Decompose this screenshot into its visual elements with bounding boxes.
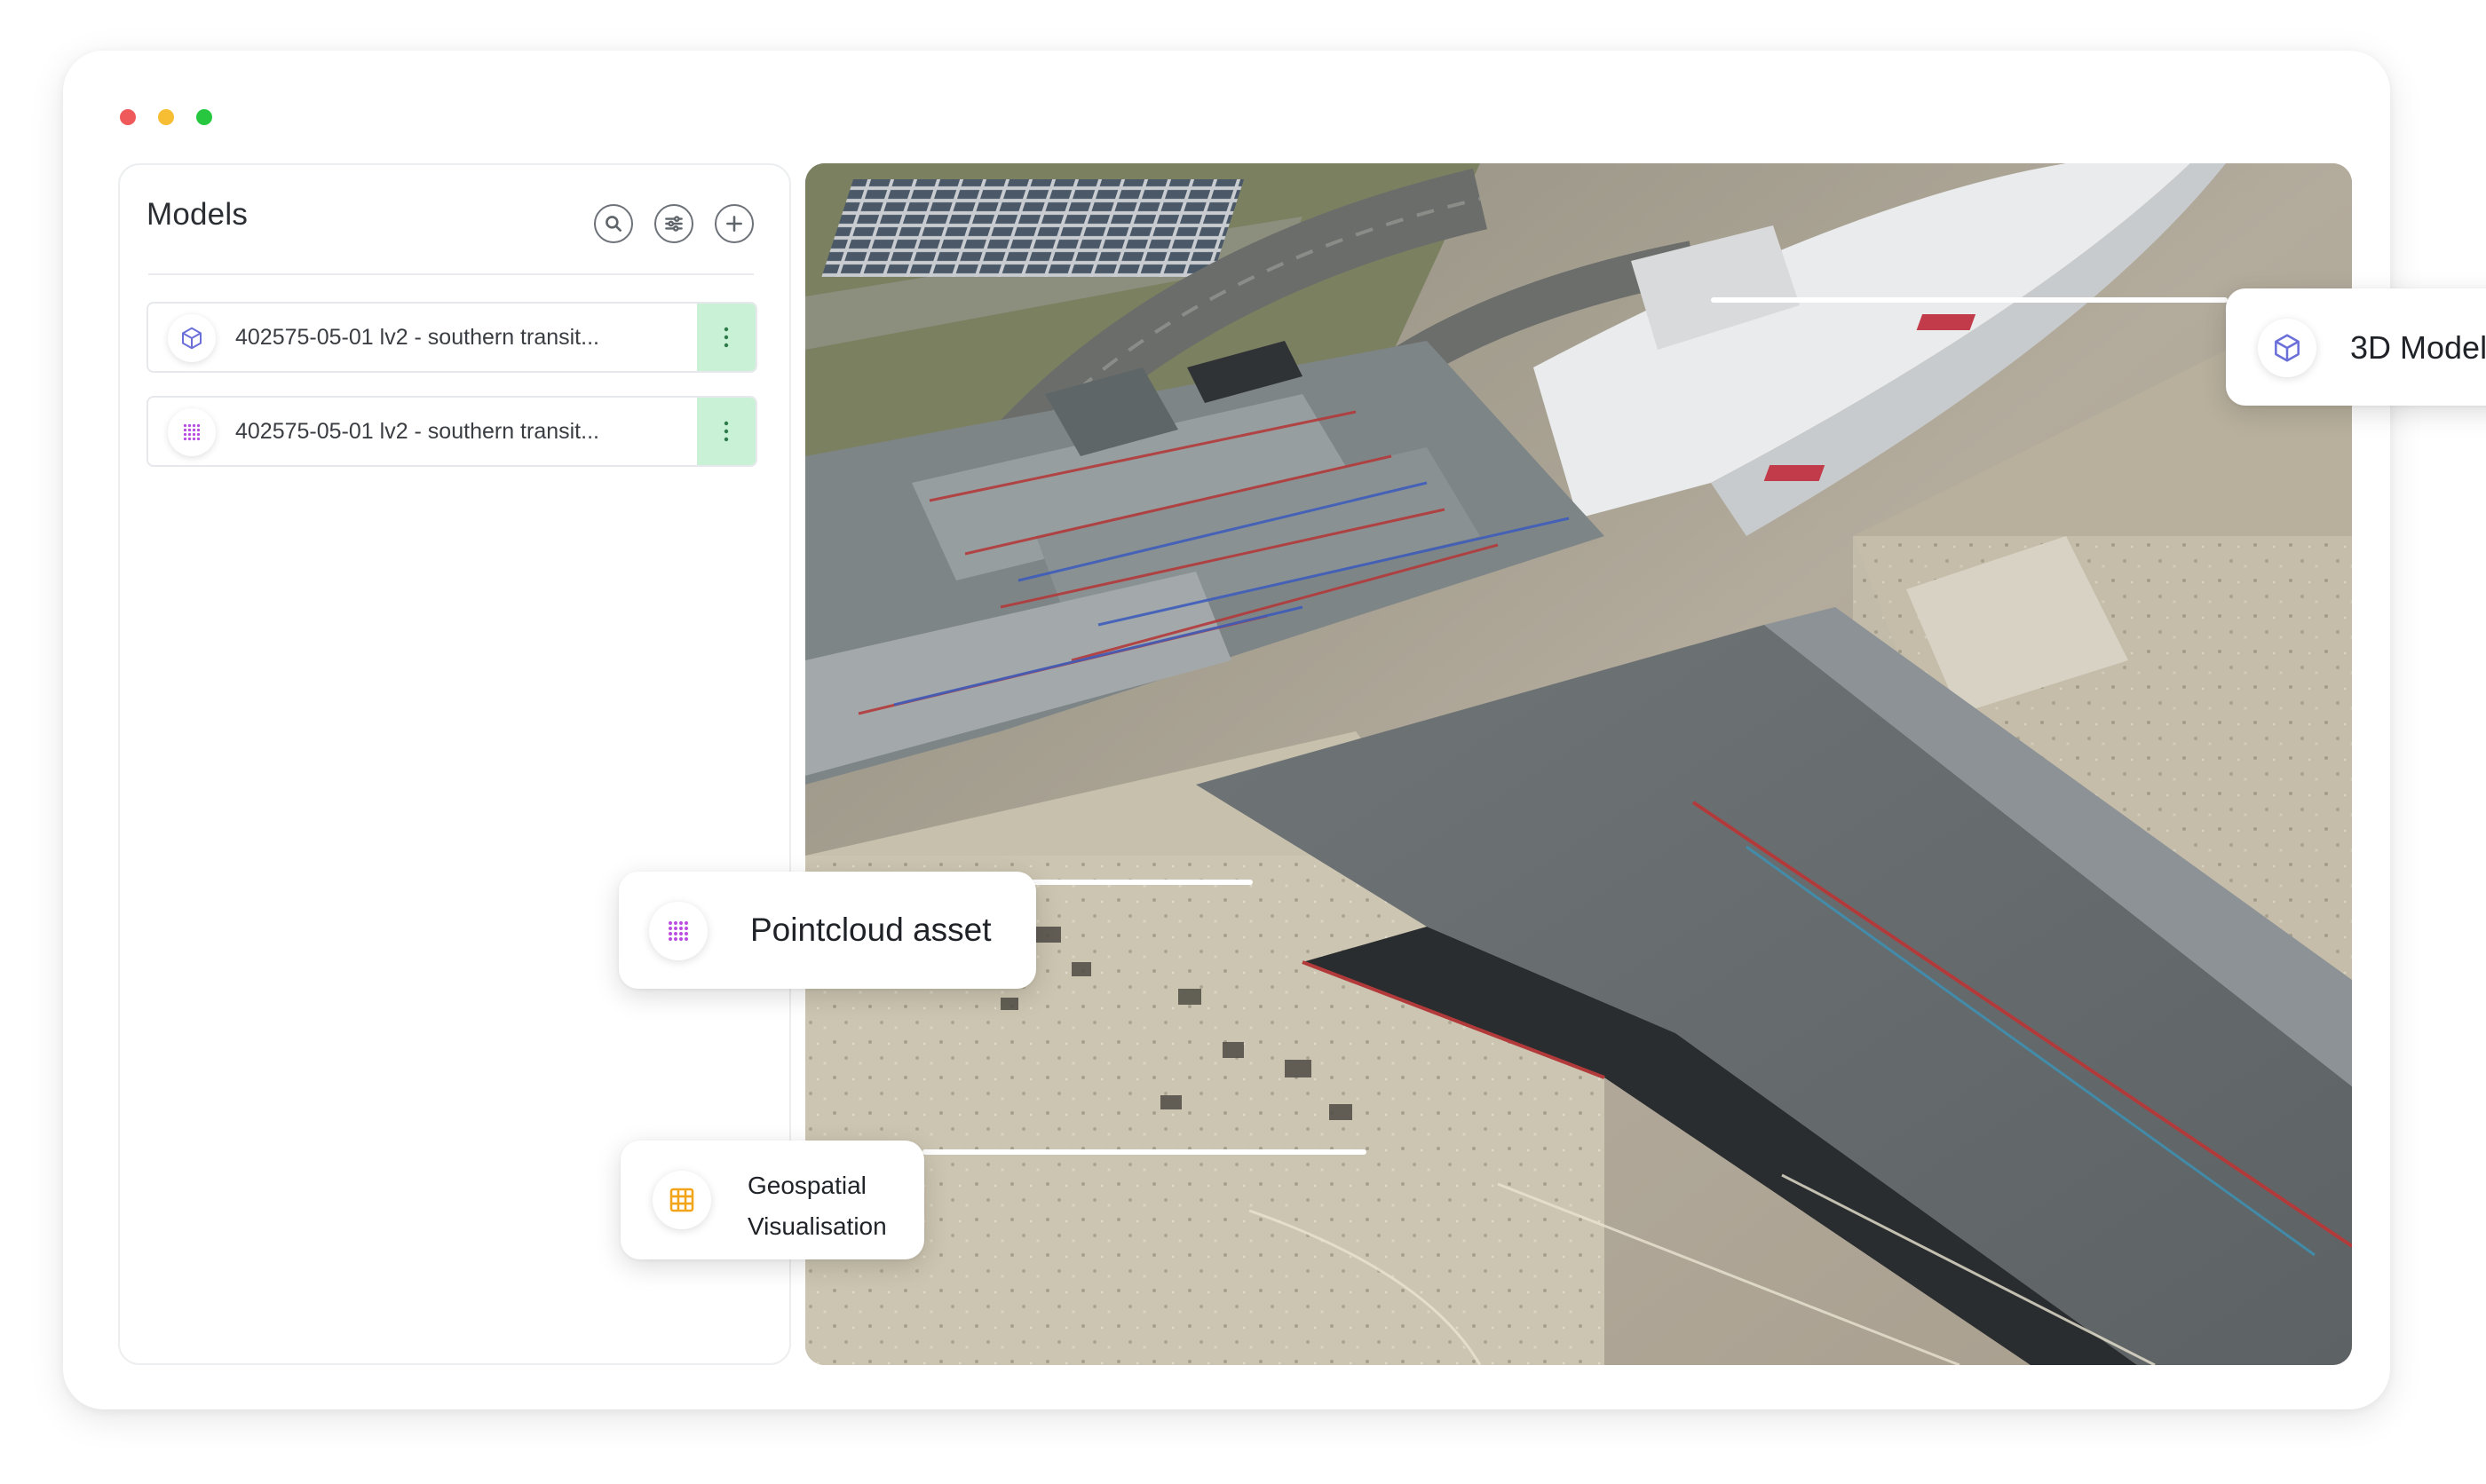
panel-toolbar (594, 204, 754, 243)
panel-title: Models (146, 197, 249, 232)
sliders-icon (665, 216, 683, 232)
callout-icon-badge (649, 902, 708, 960)
cube-icon (182, 327, 202, 350)
panel-divider (148, 273, 754, 275)
model-list: 402575-05-01 lv2 - southern transit... 4… (146, 302, 757, 490)
model-list-item[interactable]: 402575-05-01 lv2 - southern transit... (146, 302, 757, 373)
filter-button[interactable] (654, 204, 693, 243)
pointcloud-icon (183, 423, 201, 441)
model-type-badge (168, 408, 216, 456)
model-type-badge (168, 314, 216, 362)
callout-label-line2: Visualisation (748, 1212, 887, 1240)
callout-icon-badge (2258, 319, 2316, 377)
connector-line-pointcloud (1031, 880, 1253, 885)
model-options-button[interactable] (697, 398, 756, 465)
model-name: 402575-05-01 lv2 - southern transit... (235, 325, 599, 350)
app-window: Models 402575-05-01 lv2 - southern trans… (63, 51, 2486, 1409)
model-options-button[interactable] (697, 304, 756, 371)
kebab-icon (724, 421, 729, 442)
close-window-dot[interactable] (120, 109, 136, 125)
minimize-window-dot[interactable] (158, 109, 174, 125)
add-model-button[interactable] (715, 204, 754, 243)
cube-icon (2275, 334, 2300, 362)
kebab-icon (724, 327, 729, 348)
airport-scene-render (805, 163, 2352, 1365)
callout-label-line1: Geospatial (748, 1172, 867, 1199)
search-icon (606, 216, 622, 232)
model-name: 402575-05-01 lv2 - southern transit... (235, 419, 599, 444)
plus-icon (726, 216, 742, 232)
callout-label: 3D Model (2350, 329, 2486, 366)
callout-3d-model: 3D Model (2226, 288, 2486, 406)
callout-pointcloud-asset: Pointcloud asset (619, 872, 1036, 989)
3d-viewport[interactable] (805, 163, 2352, 1365)
connector-line-geospatial (922, 1149, 1366, 1155)
pointcloud-icon (669, 921, 688, 941)
map-grid-icon (669, 1188, 694, 1212)
connector-line-3d-model (1711, 297, 2228, 303)
search-button[interactable] (594, 204, 633, 243)
callout-icon-badge (653, 1171, 711, 1229)
callout-label: Geospatial Visualisation (748, 1165, 887, 1247)
callout-label: Pointcloud asset (750, 912, 992, 948)
callout-geospatial-visualisation: Geospatial Visualisation (621, 1141, 924, 1259)
maximize-window-dot[interactable] (196, 109, 212, 125)
model-list-item[interactable]: 402575-05-01 lv2 - southern transit... (146, 396, 757, 467)
